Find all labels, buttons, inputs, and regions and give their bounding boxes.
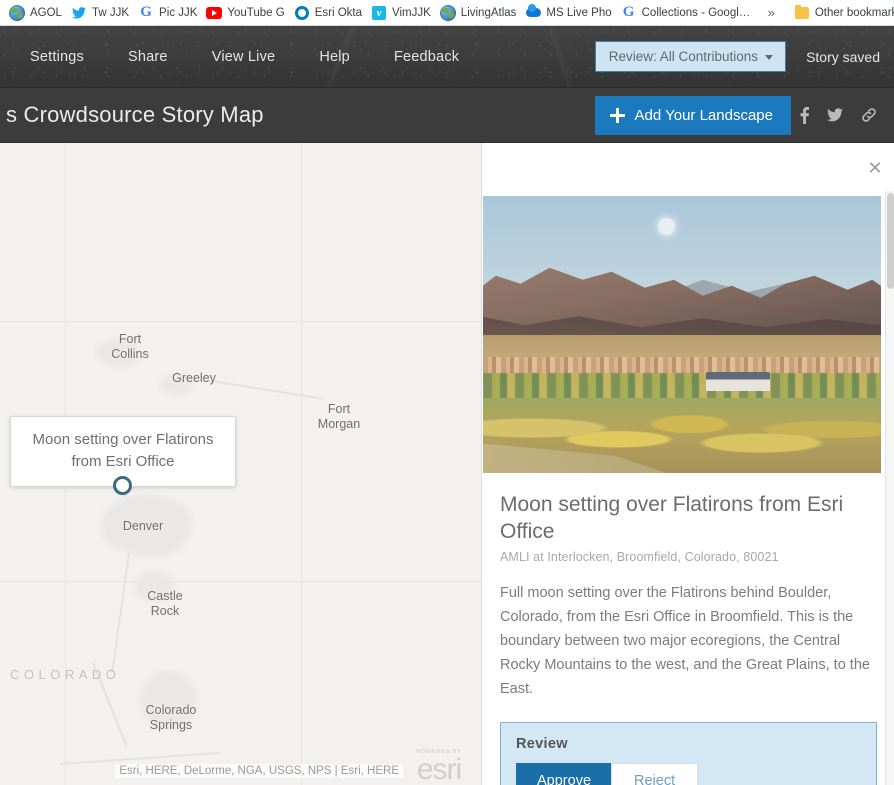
browser-bookmarks-bar: AGOL Tw JJK G Pic JJK YouTube G Esri Okt…: [0, 0, 894, 26]
app-header-actions: Add Your Landscape: [594, 95, 894, 135]
contribution-body: Moon setting over Flatirons from Esri Of…: [482, 473, 894, 785]
map-marker-tooltip-text: Moon setting over Flatirons from Esri Of…: [32, 431, 214, 470]
plus-icon: [609, 107, 625, 123]
map-label-castle-rock: Castle Rock: [147, 589, 183, 618]
page-title: s Crowdsource Story Map: [6, 102, 264, 127]
globe-icon: [439, 4, 456, 21]
bookmark-label: AGOL: [30, 6, 62, 19]
map-label-fort-collins: Fort Collins: [111, 332, 149, 361]
twitter-icon: [71, 5, 87, 21]
contribution-title: Moon setting over Flatirons from Esri Of…: [500, 493, 844, 543]
save-status-label: Story saved: [806, 48, 880, 65]
contribution-photo: [483, 196, 881, 473]
map-road: [111, 553, 130, 673]
bookmark-label: Esri Okta: [314, 6, 363, 19]
cloud-icon: [525, 4, 541, 21]
other-bookmarks-button[interactable]: Other bookmarks: [791, 3, 894, 23]
google-icon: G: [140, 4, 152, 20]
app-header: s Crowdsource Story Map Add Your Landsca…: [0, 88, 894, 143]
contribution-location: AMLI at Interlocken, Broomfield, Colorad…: [500, 550, 779, 564]
map-label-state: COLORADO: [10, 667, 121, 682]
review-filter-dropdown[interactable]: Review: All Contributions: [594, 41, 787, 72]
bookmark-item[interactable]: MS Live Pho: [522, 3, 617, 23]
link-icon[interactable]: [852, 103, 886, 127]
approve-button[interactable]: Approve: [516, 763, 612, 785]
builder-nav: Settings Share View Live Help Feedback: [0, 41, 481, 73]
close-icon[interactable]: ✕: [862, 155, 888, 181]
add-your-landscape-button[interactable]: Add Your Landscape: [594, 95, 791, 135]
panel-scrollbar-thumb[interactable]: [887, 193, 894, 289]
map-label-fort-morgan: Fort Morgan: [317, 402, 361, 431]
bookmark-item[interactable]: Tw JJK: [68, 3, 135, 23]
builder-nav-help[interactable]: Help: [297, 41, 372, 73]
add-button-label: Add Your Landscape: [634, 106, 773, 124]
bookmark-label: YouTube G: [227, 6, 285, 19]
map-gridline: [301, 143, 302, 785]
map-label-colorado-springs: Colorado Springs: [145, 703, 197, 732]
bookmark-label: LivingAtlas: [460, 6, 517, 19]
bookmark-item[interactable]: LivingAtlas: [437, 3, 523, 23]
review-button-group: Approve Reject: [516, 763, 861, 785]
builder-nav-view-live[interactable]: View Live: [190, 41, 298, 73]
okta-icon: [294, 5, 310, 21]
panel-scrollbar[interactable]: [885, 191, 894, 785]
esri-wordmark: esri: [416, 753, 462, 785]
builder-nav-feedback[interactable]: Feedback: [372, 41, 481, 73]
map-label-denver: Denver: [122, 519, 164, 533]
review-panel-title: Review: [516, 736, 568, 752]
twitter-icon[interactable]: [818, 104, 852, 126]
bookmark-label: Tw JJK: [91, 6, 130, 19]
map-attribution: Esri, HERE, DeLorme, NGA, USGS, NPS | Es…: [115, 764, 403, 778]
vimeo-icon: v: [371, 5, 387, 21]
bookmark-label: VimJJK: [392, 6, 431, 19]
builder-nav-share[interactable]: Share: [106, 41, 190, 73]
map-label-greeley: Greeley: [172, 371, 216, 385]
chevron-down-icon: [765, 55, 774, 60]
review-panel: Review Approve Reject: [500, 722, 877, 785]
bookmark-label: MS Live Pho: [546, 6, 612, 19]
builder-toolbar-right: Review: All Contributions Story saved: [594, 41, 894, 72]
bookmark-item[interactable]: v VimJJK: [368, 3, 437, 23]
bookmark-item[interactable]: G Pic JJK: [135, 3, 203, 23]
bookmark-item[interactable]: AGOL: [6, 3, 68, 23]
photo-building: [705, 371, 770, 392]
bookmark-label: Pic JJK: [159, 6, 198, 19]
youtube-icon: [206, 5, 223, 21]
globe-icon: [9, 4, 25, 21]
contribution-description: Full moon setting over the Flatirons beh…: [500, 585, 870, 697]
google-icon: G: [622, 4, 635, 20]
bookmarks-overflow-button[interactable]: »: [760, 3, 783, 23]
esri-logo: POWERED BY esri: [403, 742, 475, 785]
bookmark-label: Collections - Google Pho: [641, 6, 754, 19]
bookmark-item[interactable]: G Collections - Google Pho: [618, 3, 760, 23]
reject-button[interactable]: Reject: [611, 763, 699, 785]
facebook-icon[interactable]: [791, 103, 818, 128]
review-filter-label: Review: All Contributions: [608, 49, 759, 64]
map-gridline: [0, 581, 481, 582]
folder-icon: [794, 4, 810, 21]
story-map-canvas[interactable]: Fort Collins Greeley Fort Morgan Boulder…: [0, 143, 481, 785]
contribution-detail-panel: ✕ Moon setting over Flatirons from Esri …: [481, 143, 894, 785]
map-marker[interactable]: [113, 476, 132, 495]
map-gridline: [0, 321, 481, 322]
bookmark-item[interactable]: YouTube G: [203, 3, 290, 23]
bookmark-item[interactable]: Esri Okta: [291, 3, 368, 23]
story-builder-toolbar: Settings Share View Live Help Feedback R…: [0, 26, 894, 88]
other-bookmarks-label: Other bookmarks: [814, 6, 894, 19]
builder-nav-settings[interactable]: Settings: [8, 41, 106, 73]
